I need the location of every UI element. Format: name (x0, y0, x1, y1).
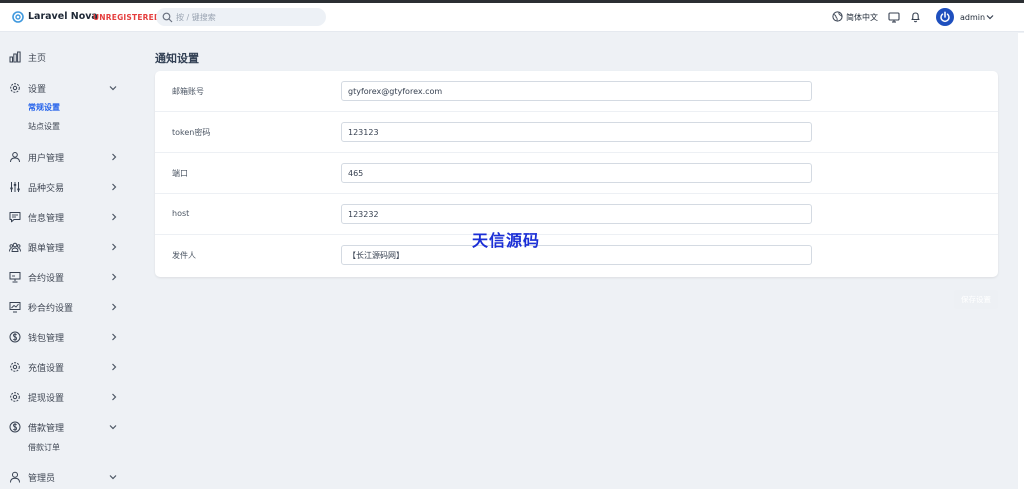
chevron-right-icon (112, 333, 117, 341)
power-icon (940, 11, 950, 23)
trend-chart-icon (9, 302, 21, 313)
chevron-right-icon (112, 153, 117, 161)
chevron-down-icon (986, 15, 994, 20)
gear-icon (10, 392, 20, 402)
sidebar-item-label: 跟单管理 (28, 244, 65, 254)
monitor-icon[interactable] (888, 12, 900, 23)
field-label: host (172, 209, 190, 218)
sidebar-item-wallet[interactable]: 钱包管理 (0, 326, 135, 348)
sidebar-item-label: 充值设置 (28, 364, 65, 374)
sidebar-item-label: 合约设置 (28, 274, 65, 284)
sidebar-item-copy-trading[interactable]: 跟单管理 (0, 236, 135, 258)
sidebar-item-settings[interactable]: 设置 (0, 77, 135, 99)
language-switcher[interactable]: 简体中文 (832, 11, 880, 24)
sidebar-item-label: 主页 (28, 54, 47, 64)
save-settings-button[interactable]: 保存设置 (954, 290, 998, 309)
chevron-down-icon (109, 425, 117, 430)
sidebar-item-label: 设置 (28, 85, 47, 95)
chevron-right-icon (112, 363, 117, 371)
sidebar-subitem-site-settings[interactable]: 站点设置 (28, 121, 60, 132)
chevron-right-icon (112, 393, 117, 401)
form-row-port: 端口 (155, 153, 998, 194)
sidebar-item-second-contract[interactable]: 秒合约设置 (0, 296, 135, 318)
user-group-icon (9, 242, 21, 252)
sidebar-item-contract-settings[interactable]: 合约设置 (0, 266, 135, 288)
field-label: 发件人 (172, 251, 196, 260)
dollar-circle-icon (9, 331, 21, 343)
sidebar-item-label: 提现设置 (28, 394, 65, 404)
chart-bar-icon (9, 51, 21, 63)
globe-icon (832, 11, 843, 22)
users-icon (10, 152, 20, 163)
host-field[interactable] (341, 204, 812, 224)
sidebar-item-messages[interactable]: 信息管理 (0, 206, 135, 228)
sidebar: 主页 设置 常规设置 站点设置 用户管理 品种交易 信息管理 跟单管理 合约设置… (0, 33, 135, 489)
chevron-right-icon (112, 243, 117, 251)
chevron-down-icon (109, 86, 117, 91)
sidebar-item-label: 管理员 (28, 474, 56, 484)
chevron-right-icon (112, 183, 117, 191)
right-edge-strip (1018, 33, 1024, 489)
sidebar-item-trading[interactable]: 品种交易 (0, 176, 135, 198)
user-icon (10, 471, 20, 483)
chevron-right-icon (112, 213, 117, 221)
page-title: 通知设置 (155, 52, 199, 65)
chevron-right-icon (112, 273, 117, 281)
message-icon (9, 212, 21, 223)
gear-icon (10, 83, 20, 93)
unregistered-badge: UNREGISTERED (93, 13, 161, 22)
sidebar-item-user-management[interactable]: 用户管理 (0, 146, 135, 168)
brand-name[interactable]: Laravel Nova (28, 11, 98, 22)
nova-logo-icon (12, 11, 24, 23)
search-input[interactable] (176, 8, 321, 26)
field-label: token密码 (172, 128, 211, 137)
email-field[interactable] (341, 81, 812, 101)
port-field[interactable] (341, 163, 812, 183)
sidebar-item-home[interactable]: 主页 (0, 46, 135, 68)
form-row-token: token密码 (155, 112, 998, 153)
chevron-down-icon (109, 475, 117, 480)
dollar-circle-icon (9, 421, 21, 433)
sidebar-item-label: 秒合约设置 (28, 304, 74, 314)
global-search[interactable] (156, 8, 326, 26)
language-label: 简体中文 (846, 13, 878, 22)
chevron-right-icon (112, 303, 117, 311)
presentation-icon (9, 272, 21, 283)
sidebar-item-label: 钱包管理 (28, 334, 65, 344)
sidebar-item-label: 信息管理 (28, 214, 65, 224)
field-label: 邮箱账号 (172, 87, 204, 96)
sidebar-item-withdraw-settings[interactable]: 提现设置 (0, 386, 135, 408)
user-menu[interactable]: admin (936, 8, 996, 28)
avatar (936, 8, 954, 26)
form-row-host: host (155, 194, 998, 235)
sidebar-subitem-loan-orders[interactable]: 借款订单 (28, 442, 60, 453)
field-label: 端口 (172, 169, 188, 178)
search-icon (162, 12, 173, 23)
top-header: Laravel Nova UNREGISTERED 简体中文 admin (0, 3, 1024, 32)
sidebar-item-label: 用户管理 (28, 154, 65, 164)
sliders-icon (10, 182, 20, 192)
watermark-text: 天信源码 (472, 231, 541, 250)
form-row-email: 邮箱账号 (155, 71, 998, 112)
token-password-field[interactable] (341, 122, 812, 142)
user-name: admin (960, 13, 986, 22)
sidebar-subitem-general-settings[interactable]: 常规设置 (28, 102, 60, 113)
form-row-sender: 发件人 (155, 235, 998, 276)
sidebar-item-label: 品种交易 (28, 184, 65, 194)
sidebar-item-deposit-settings[interactable]: 充值设置 (0, 356, 135, 378)
sender-field[interactable] (341, 245, 812, 265)
gear-icon (10, 362, 20, 372)
settings-form-card: 邮箱账号 token密码 端口 host 发件人 (155, 71, 998, 277)
sidebar-item-loan-management[interactable]: 借款管理 (0, 416, 135, 438)
sidebar-item-admins[interactable]: 管理员 (0, 466, 135, 488)
bell-icon[interactable] (910, 11, 921, 23)
sidebar-item-label: 借款管理 (28, 424, 65, 434)
